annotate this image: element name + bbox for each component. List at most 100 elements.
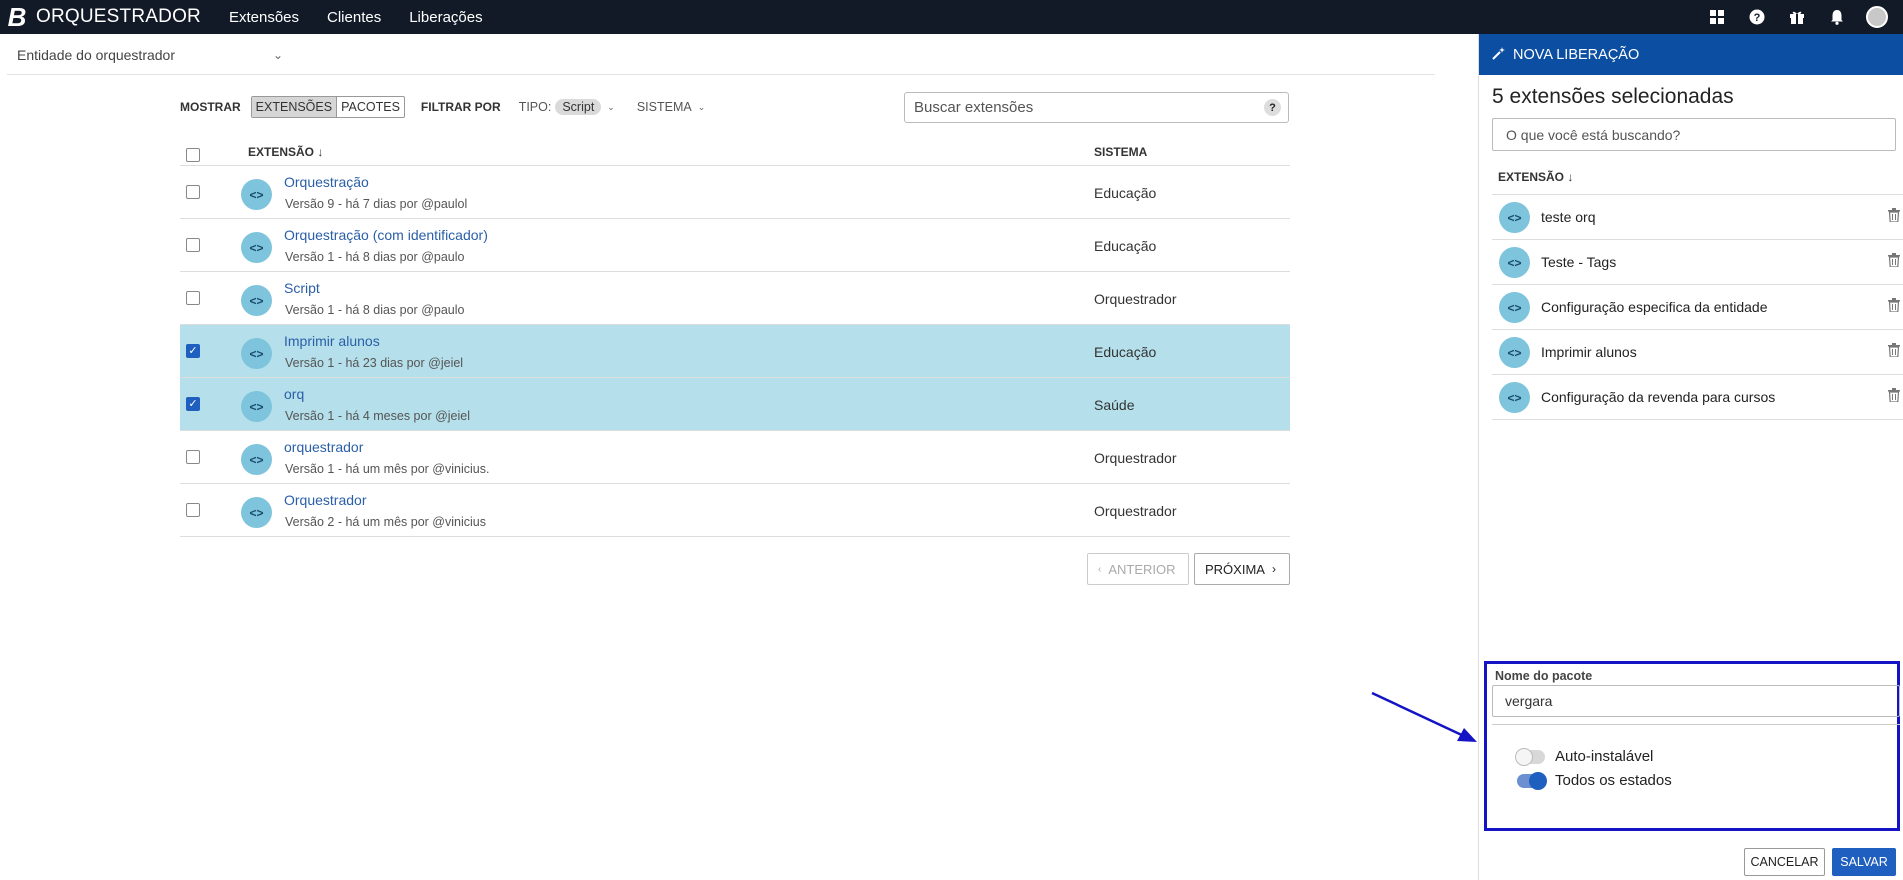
nav-item-extensoes[interactable]: Extensões <box>229 9 299 26</box>
show-label: MOSTRAR <box>180 100 241 114</box>
extension-system: Orquestrador <box>1094 450 1177 466</box>
bell-icon[interactable] <box>1817 0 1857 34</box>
panel-search-placeholder: O que você está buscando? <box>1506 126 1681 143</box>
extension-name-link[interactable]: Orquestração <box>284 174 369 190</box>
row-checkbox[interactable] <box>186 185 200 199</box>
release-panel: NOVA LIBERAÇÃO 5 extensões selecionadas … <box>1478 34 1903 880</box>
next-label: PRÓXIMA <box>1205 561 1265 577</box>
all-states-toggle[interactable] <box>1517 771 1547 790</box>
svg-text:?: ? <box>1754 12 1761 24</box>
top-navbar: B ORQUESTRADOR Extensões Clientes Libera… <box>0 0 1903 34</box>
selected-extensions-list: <> teste orq <> Teste - Tags <> Configuração … <box>1492 194 1903 420</box>
package-name-label: Nome do pacote <box>1495 669 1593 683</box>
table-row[interactable]: <> Orquestração Versão 9 - há 7 dias por @… <box>180 166 1290 219</box>
search-input[interactable]: Buscar extensões ? <box>904 92 1289 123</box>
trash-icon[interactable] <box>1888 298 1900 312</box>
code-icon: <> <box>1499 382 1530 413</box>
code-icon: <> <box>1499 337 1530 368</box>
search-help-icon[interactable]: ? <box>1264 99 1281 116</box>
list-item: <> teste orq <box>1492 195 1903 240</box>
table-row[interactable]: <> Script Versão 1 - há 8 dias por @paulo O… <box>180 272 1290 325</box>
auto-install-toggle-row[interactable]: Auto-instalável <box>1515 747 1653 766</box>
extension-name-link[interactable]: Orquestrador <box>284 492 366 508</box>
sistema-label: SISTEMA <box>636 100 692 114</box>
auto-install-toggle[interactable] <box>1515 747 1545 766</box>
cancel-button[interactable]: CANCELAR <box>1744 848 1825 876</box>
extension-name-link[interactable]: Orquestração (com identificador) <box>284 227 488 243</box>
tipo-value-chip[interactable]: Script <box>555 99 602 115</box>
trash-icon[interactable] <box>1888 388 1900 402</box>
code-icon: <> <box>1499 247 1530 278</box>
package-name-input[interactable]: vergara <box>1492 685 1900 717</box>
chevron-down-icon: ⌄ <box>273 48 284 62</box>
row-checkbox[interactable] <box>186 503 200 517</box>
trash-icon[interactable] <box>1888 208 1900 222</box>
all-states-toggle-row[interactable]: Todos os estados <box>1517 771 1672 790</box>
row-checkbox[interactable] <box>186 291 200 305</box>
entity-selector[interactable]: Entidade do orquestrador ⌄ <box>17 47 283 63</box>
row-checkbox[interactable] <box>186 450 200 464</box>
panel-search-input[interactable]: O que você está buscando? <box>1492 118 1896 151</box>
main-nav: Extensões Clientes Liberações <box>215 9 497 26</box>
table-row[interactable]: <> Orquestração (com identificador) Versão… <box>180 219 1290 272</box>
code-icon: <> <box>241 285 272 316</box>
tipo-label: TIPO: <box>518 100 552 114</box>
extension-name-link[interactable]: orquestrador <box>284 439 363 455</box>
apps-grid-icon[interactable] <box>1697 0 1737 34</box>
previous-page-button[interactable]: ‹ ANTERIOR <box>1087 553 1189 585</box>
next-page-button[interactable]: PRÓXIMA › <box>1194 553 1290 585</box>
show-extensoes-button[interactable]: EXTENSÕES <box>251 97 338 117</box>
filter-label: FILTRAR POR <box>420 100 501 114</box>
help-icon[interactable]: ? <box>1737 0 1777 34</box>
panel-title: NOVA LIBERAÇÃO <box>1513 46 1640 63</box>
sort-arrow-icon: ↓ <box>317 144 324 159</box>
select-all-checkbox[interactable] <box>186 147 200 162</box>
panel-col-label: EXTENSÃO <box>1498 170 1565 184</box>
save-button[interactable]: SALVAR <box>1832 848 1896 876</box>
tipo-filter[interactable]: TIPO: Script ⌄ <box>519 99 615 115</box>
user-avatar[interactable] <box>1857 0 1897 34</box>
nav-item-liberacoes[interactable]: Liberações <box>409 9 482 26</box>
all-states-label: Todos os estados <box>1555 772 1672 789</box>
extension-name-link[interactable]: Imprimir alunos <box>284 333 380 349</box>
entity-label: Entidade do orquestrador <box>17 47 175 63</box>
extension-version: Versão 1 - há 8 dias por @paulo <box>285 303 465 317</box>
selected-count: 5 extensões selecionadas <box>1492 85 1734 108</box>
magic-wand-icon <box>1492 46 1505 63</box>
top-icons: ? <box>1697 0 1897 34</box>
brand-logo[interactable]: B <box>4 0 30 34</box>
extension-name-link[interactable]: Script <box>284 280 320 296</box>
brand-title[interactable]: ORQUESTRADOR <box>36 6 201 28</box>
trash-icon[interactable] <box>1888 253 1900 267</box>
row-checkbox[interactable]: ✓ <box>186 344 200 358</box>
list-item: <> Teste - Tags <box>1492 240 1903 285</box>
show-pacotes-button[interactable]: PACOTES <box>337 97 404 117</box>
selected-extension-name: Configuração especifica da entidade <box>1541 299 1768 315</box>
col-extensao-label: EXTENSÃO <box>248 144 315 159</box>
extension-system: Orquestrador <box>1094 503 1177 519</box>
table-row[interactable]: ✓ <> orq Versão 1 - há 4 meses por @jeiel Sa… <box>180 378 1290 431</box>
list-item: <> Configuração da revenda para cursos <box>1492 375 1903 420</box>
code-icon: <> <box>241 232 272 263</box>
extension-system: Educação <box>1094 238 1157 254</box>
trash-icon[interactable] <box>1888 343 1900 357</box>
code-icon: <> <box>241 179 272 210</box>
list-item: <> Imprimir alunos <box>1492 330 1903 375</box>
extension-version: Versão 1 - há 4 meses por @jeiel <box>285 409 471 423</box>
extension-version: Versão 1 - há 8 dias por @paulo <box>285 250 465 264</box>
table-row[interactable]: <> Orquestrador Versão 2 - há um mês por @… <box>180 484 1290 537</box>
table-row[interactable]: ✓ <> Imprimir alunos Versão 1 - há 23 dias … <box>180 325 1290 378</box>
sistema-filter[interactable]: SISTEMA ⌄ <box>637 100 705 114</box>
extension-name-link[interactable]: orq <box>284 386 304 402</box>
extension-system: Orquestrador <box>1094 291 1177 307</box>
row-checkbox[interactable]: ✓ <box>186 397 200 411</box>
code-icon: <> <box>1499 292 1530 323</box>
row-checkbox[interactable] <box>186 238 200 252</box>
gift-icon[interactable] <box>1777 0 1817 34</box>
nav-item-clientes[interactable]: Clientes <box>327 9 381 26</box>
panel-col-extensao[interactable]: EXTENSÃO ↓ <box>1498 170 1573 184</box>
col-extensao[interactable]: EXTENSÃO ↓ <box>248 145 323 159</box>
code-icon: <> <box>241 391 272 422</box>
panel-header: NOVA LIBERAÇÃO <box>1479 34 1903 75</box>
table-row[interactable]: <> orquestrador Versão 1 - há um mês por @… <box>180 431 1290 484</box>
